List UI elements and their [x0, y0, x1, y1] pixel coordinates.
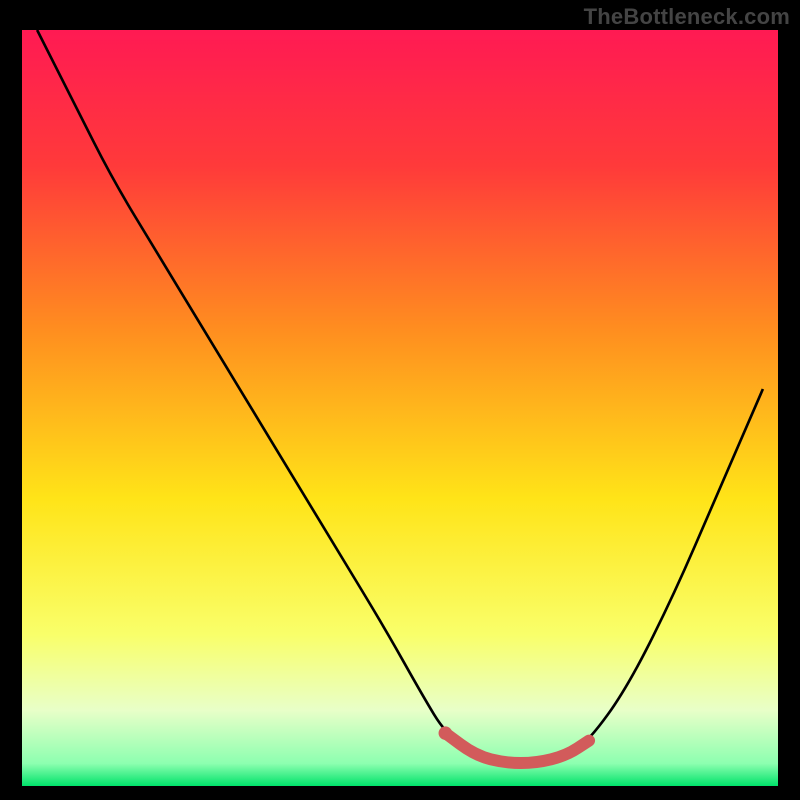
chart-frame: TheBottleneck.com	[0, 0, 800, 800]
curve-layer	[22, 30, 778, 778]
optimal-range-highlight	[445, 733, 589, 763]
bottleneck-curve	[37, 30, 763, 763]
attribution-label: TheBottleneck.com	[584, 4, 790, 30]
optimal-start-dot	[439, 726, 453, 739]
plot-area	[22, 30, 778, 778]
